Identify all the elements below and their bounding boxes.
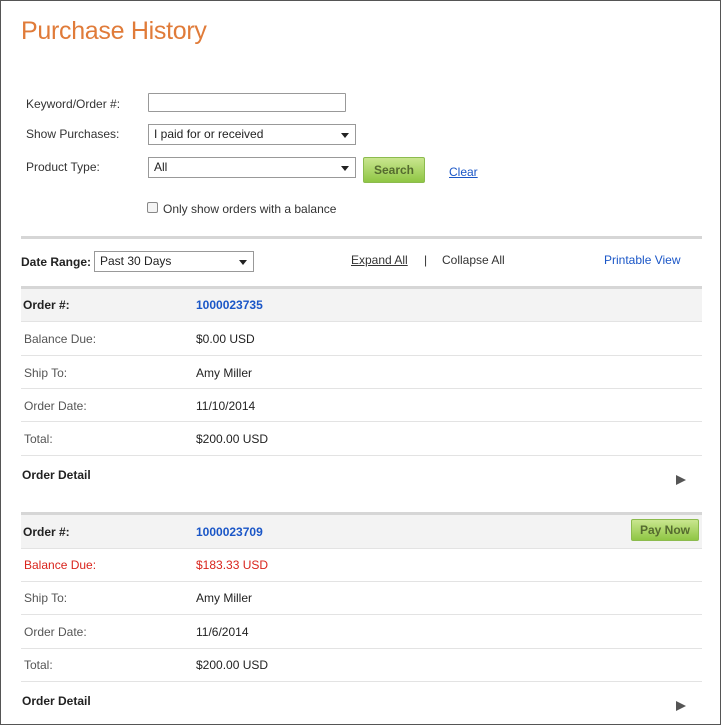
date-range-select[interactable]: Past 30 Days: [94, 251, 254, 272]
expand-all-link[interactable]: Expand All: [351, 253, 408, 267]
ship-to-row: Ship To: Amy Miller: [21, 582, 702, 615]
chevron-down-icon: [341, 166, 349, 171]
balance-due-row: Balance Due: $183.33 USD: [21, 549, 702, 582]
product-type-select[interactable]: All: [148, 157, 356, 178]
page-frame: Purchase History Keyword/Order #: Show P…: [0, 0, 721, 725]
total-label: Total:: [24, 658, 53, 672]
order-detail-toggle[interactable]: Order Detail: [22, 694, 91, 708]
search-button[interactable]: Search: [363, 157, 425, 183]
page-title: Purchase History: [21, 17, 207, 45]
chevron-down-icon: [341, 133, 349, 138]
ship-to-label: Ship To:: [24, 591, 68, 605]
order-number-link[interactable]: 1000023735: [196, 298, 263, 312]
balance-due-row: Balance Due: $0.00 USD: [21, 322, 702, 356]
section-divider: [21, 236, 702, 239]
order-number-label: Order #:: [23, 525, 70, 539]
show-purchases-label: Show Purchases:: [26, 127, 120, 141]
ship-to-value: Amy Miller: [196, 591, 252, 605]
balance-only-checkbox[interactable]: [147, 202, 158, 213]
collapse-all-link[interactable]: Collapse All: [442, 253, 505, 267]
balance-due-label: Balance Due:: [24, 332, 97, 346]
ship-to-value: Amy Miller: [196, 366, 252, 380]
total-row: Total: $200.00 USD: [21, 422, 702, 456]
show-purchases-value: I paid for or received: [154, 127, 264, 141]
product-type-label: Product Type:: [26, 160, 100, 174]
order-number-link[interactable]: 1000023709: [196, 525, 263, 539]
date-range-label: Date Range:: [21, 255, 92, 269]
toolbar-separator: |: [424, 253, 428, 267]
total-label: Total:: [24, 432, 53, 446]
order-date-label: Order Date:: [24, 399, 87, 413]
balance-only-label: Only show orders with a balance: [163, 202, 337, 216]
order-header-row: Order #: 1000023709: [21, 515, 702, 549]
order-date-value: 11/10/2014: [196, 399, 256, 413]
balance-due-value: $183.33 USD: [196, 558, 269, 572]
keyword-label: Keyword/Order #:: [26, 97, 121, 111]
show-purchases-select[interactable]: I paid for or received: [148, 124, 356, 145]
order-detail-toggle[interactable]: Order Detail: [22, 468, 91, 482]
order-header-row: Order #: 1000023735: [21, 289, 702, 322]
triangle-right-icon[interactable]: [676, 701, 686, 711]
product-type-value: All: [154, 160, 168, 174]
order-date-row: Order Date: 11/10/2014: [21, 389, 702, 422]
keyword-input[interactable]: [148, 93, 346, 112]
printable-view-link[interactable]: Printable View: [604, 253, 681, 267]
balance-due-value: $0.00 USD: [196, 332, 255, 346]
order-date-value: 11/6/2014: [196, 625, 249, 639]
chevron-down-icon: [239, 260, 247, 265]
order-date-row: Order Date: 11/6/2014: [21, 615, 702, 649]
balance-due-label: Balance Due:: [24, 558, 97, 572]
total-value: $200.00 USD: [196, 432, 269, 446]
ship-to-label: Ship To:: [24, 366, 68, 380]
ship-to-row: Ship To: Amy Miller: [21, 356, 702, 389]
triangle-right-icon[interactable]: [676, 475, 686, 485]
pay-now-button[interactable]: Pay Now: [631, 519, 699, 541]
clear-link[interactable]: Clear: [449, 165, 478, 179]
order-date-label: Order Date:: [24, 625, 87, 639]
order-number-label: Order #:: [23, 298, 70, 312]
date-range-value: Past 30 Days: [100, 254, 172, 268]
total-row: Total: $200.00 USD: [21, 649, 702, 682]
total-value: $200.00 USD: [196, 658, 269, 672]
